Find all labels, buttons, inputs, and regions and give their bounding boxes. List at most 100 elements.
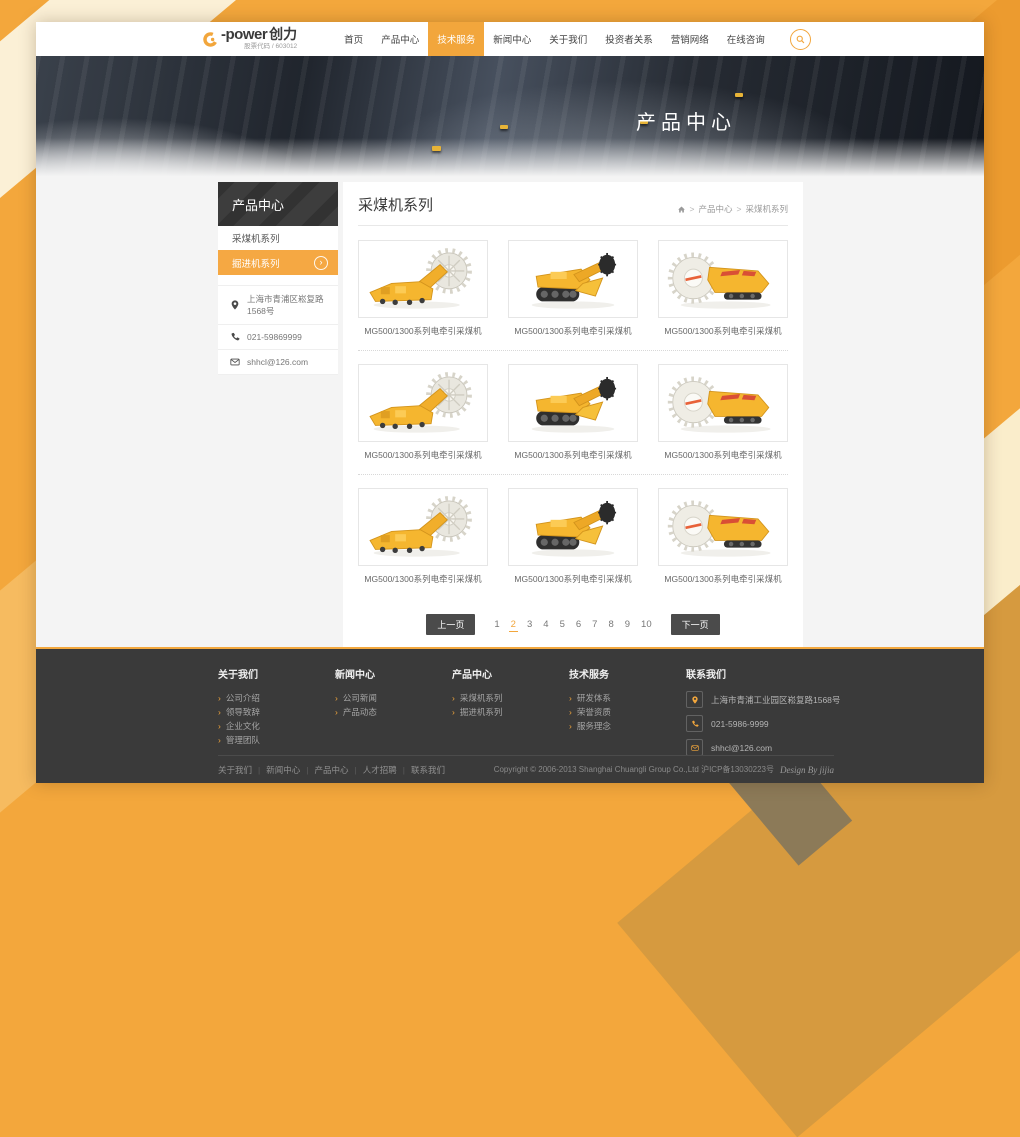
footer-link-roadheader-series[interactable]: 掘进机系列: [452, 705, 569, 719]
footer-phone-row: 021-5986-9999: [686, 715, 861, 732]
page-number-3[interactable]: 3: [525, 618, 534, 632]
sidebar-contact: 上海市青浦区崧复路1568号 021-59869999 shhcl@126.co…: [218, 285, 338, 375]
nav-marketing[interactable]: 营销网络: [662, 22, 718, 56]
sidebar-title: 产品中心: [218, 182, 338, 226]
page-number-10[interactable]: 10: [639, 618, 654, 632]
bottom-link-careers[interactable]: 人才招聘: [363, 764, 397, 776]
breadcrumb-separator: >: [737, 204, 742, 214]
brand-logo[interactable]: -power创力 股票代码 / 603012: [202, 22, 297, 56]
prev-page-button[interactable]: 上一页: [426, 614, 475, 635]
nav-online-consult[interactable]: 在线咨询: [718, 22, 774, 56]
product-caption[interactable]: MG500/1300系列电牵引采煤机: [358, 573, 488, 585]
content-area: 产品中心 采煤机系列 掘进机系列 › 上海市青浦区崧复路1568号 0: [36, 180, 984, 647]
footer-link-product-news[interactable]: 产品动态: [335, 705, 452, 719]
product-card[interactable]: MG500/1300系列电牵引采煤机: [658, 488, 788, 585]
sidebar-phone-row: 021-59869999: [218, 325, 338, 350]
product-caption[interactable]: MG500/1300系列电牵引采煤机: [358, 325, 488, 337]
page-number-9[interactable]: 9: [623, 618, 632, 632]
page-number-7[interactable]: 7: [590, 618, 599, 632]
search-button[interactable]: [790, 29, 811, 50]
product-image-roadheader: [513, 492, 633, 562]
product-image-roadheader: [513, 368, 633, 438]
sidebar-email: shhcl@126.com: [247, 357, 308, 367]
mine-truck-image: [735, 93, 743, 97]
design-credit: Design By jijia: [780, 765, 834, 775]
footer-link-rd-system[interactable]: 研发体系: [569, 691, 686, 705]
main-panel: 采煤机系列 > 产品中心 > 采煤机系列 MG500/1300系列电牵引采煤机: [343, 182, 803, 651]
product-card[interactable]: MG500/1300系列电牵引采煤机: [358, 488, 488, 585]
sidebar-email-row: shhcl@126.com: [218, 350, 338, 375]
footer-link-management[interactable]: 管理团队: [218, 733, 335, 747]
footer-col-contact: 联系我们 上海市青浦工业园区崧复路1568号 021-5986-9999 shh…: [686, 666, 861, 763]
breadcrumb-separator: >: [690, 204, 695, 214]
product-image-wheel-shearer: [663, 244, 783, 314]
product-card[interactable]: MG500/1300系列电牵引采煤机: [508, 488, 638, 585]
product-caption[interactable]: MG500/1300系列电牵引采煤机: [658, 449, 788, 461]
page-number-6[interactable]: 6: [574, 618, 583, 632]
footer-link-company-news[interactable]: 公司新闻: [335, 691, 452, 705]
bottom-link-about[interactable]: 关于我们: [218, 764, 252, 776]
footer-col-products: 产品中心 采煤机系列 掘进机系列: [452, 666, 569, 763]
phone-icon: [230, 332, 240, 342]
footer-col-about: 关于我们 公司介绍 领导致辞 企业文化 管理团队: [218, 666, 335, 763]
page-number-8[interactable]: 8: [606, 618, 615, 632]
home-icon[interactable]: [677, 205, 686, 214]
footer: 关于我们 公司介绍 领导致辞 企业文化 管理团队 新闻中心 公司新闻 产品动态 …: [36, 647, 984, 783]
brand-name-cn: 创力: [269, 26, 297, 42]
sidebar-item-shearer-series[interactable]: 采煤机系列: [218, 226, 338, 250]
product-card[interactable]: MG500/1300系列电牵引采煤机: [358, 240, 488, 337]
nav-products[interactable]: 产品中心: [372, 22, 428, 56]
footer-col-title: 产品中心: [452, 666, 569, 681]
next-page-button[interactable]: 下一页: [671, 614, 720, 635]
product-card[interactable]: MG500/1300系列电牵引采煤机: [358, 364, 488, 461]
product-card[interactable]: MG500/1300系列电牵引采煤机: [508, 240, 638, 337]
product-card[interactable]: MG500/1300系列电牵引采煤机: [508, 364, 638, 461]
footer-phone: 021-5986-9999: [711, 719, 769, 729]
bottom-link-contact[interactable]: 联系我们: [411, 764, 445, 776]
footer-link-leader-speech[interactable]: 领导致辞: [218, 705, 335, 719]
phone-icon: [691, 720, 699, 728]
bottom-link-separator: |: [258, 765, 260, 775]
page-number-4[interactable]: 4: [541, 618, 550, 632]
product-card[interactable]: MG500/1300系列电牵引采煤机: [658, 240, 788, 337]
bottom-link-products[interactable]: 产品中心: [314, 764, 348, 776]
nav-about[interactable]: 关于我们: [540, 22, 596, 56]
product-caption[interactable]: MG500/1300系列电牵引采煤机: [358, 449, 488, 461]
product-caption[interactable]: MG500/1300系列电牵引采煤机: [658, 573, 788, 585]
bottom-link-news[interactable]: 新闻中心: [266, 764, 300, 776]
mine-truck-image: [500, 125, 508, 129]
brand-c-icon: [202, 31, 219, 48]
sidebar-address: 上海市青浦区崧复路1568号: [247, 293, 330, 317]
search-icon: [796, 35, 805, 44]
product-caption[interactable]: MG500/1300系列电牵引采煤机: [508, 449, 638, 461]
page-number-2-active[interactable]: 2: [509, 618, 518, 632]
banner-title: 产品中心: [636, 106, 736, 135]
sidebar-item-roadheader-series[interactable]: 掘进机系列 ›: [218, 250, 338, 275]
chevron-right-icon: ›: [314, 256, 328, 270]
page-title: 采煤机系列: [358, 194, 433, 215]
footer-link-honors[interactable]: 荣誉资质: [569, 705, 686, 719]
product-image-wheel-shearer: [663, 368, 783, 438]
product-caption[interactable]: MG500/1300系列电牵引采煤机: [508, 573, 638, 585]
hero-banner: 产品中心: [36, 56, 984, 180]
product-caption[interactable]: MG500/1300系列电牵引采煤机: [508, 325, 638, 337]
product-image-shearer: [363, 244, 483, 314]
footer-link-shearer-series[interactable]: 采煤机系列: [452, 691, 569, 705]
brand-name-en: -power: [221, 26, 267, 43]
footer-col-title: 联系我们: [686, 666, 861, 681]
product-image-wheel-shearer: [663, 492, 783, 562]
footer-link-culture[interactable]: 企业文化: [218, 719, 335, 733]
footer-link-service-concept[interactable]: 服务理念: [569, 719, 686, 733]
product-row: MG500/1300系列电牵引采煤机 MG500/1300系列电牵引采煤机 MG…: [358, 364, 788, 475]
nav-investor[interactable]: 投资者关系: [596, 22, 662, 56]
breadcrumb-products[interactable]: 产品中心: [699, 203, 733, 215]
footer-link-company-intro[interactable]: 公司介绍: [218, 691, 335, 705]
nav-news[interactable]: 新闻中心: [484, 22, 540, 56]
page-number-5[interactable]: 5: [558, 618, 567, 632]
product-card[interactable]: MG500/1300系列电牵引采煤机: [658, 364, 788, 461]
product-caption[interactable]: MG500/1300系列电牵引采煤机: [658, 325, 788, 337]
nav-home[interactable]: 首页: [335, 22, 372, 56]
page-number-1[interactable]: 1: [492, 618, 501, 632]
nav-tech-service[interactable]: 技术服务: [428, 22, 484, 56]
page: -power创力 股票代码 / 603012 首页 产品中心 技术服务 新闻中心…: [36, 22, 984, 783]
